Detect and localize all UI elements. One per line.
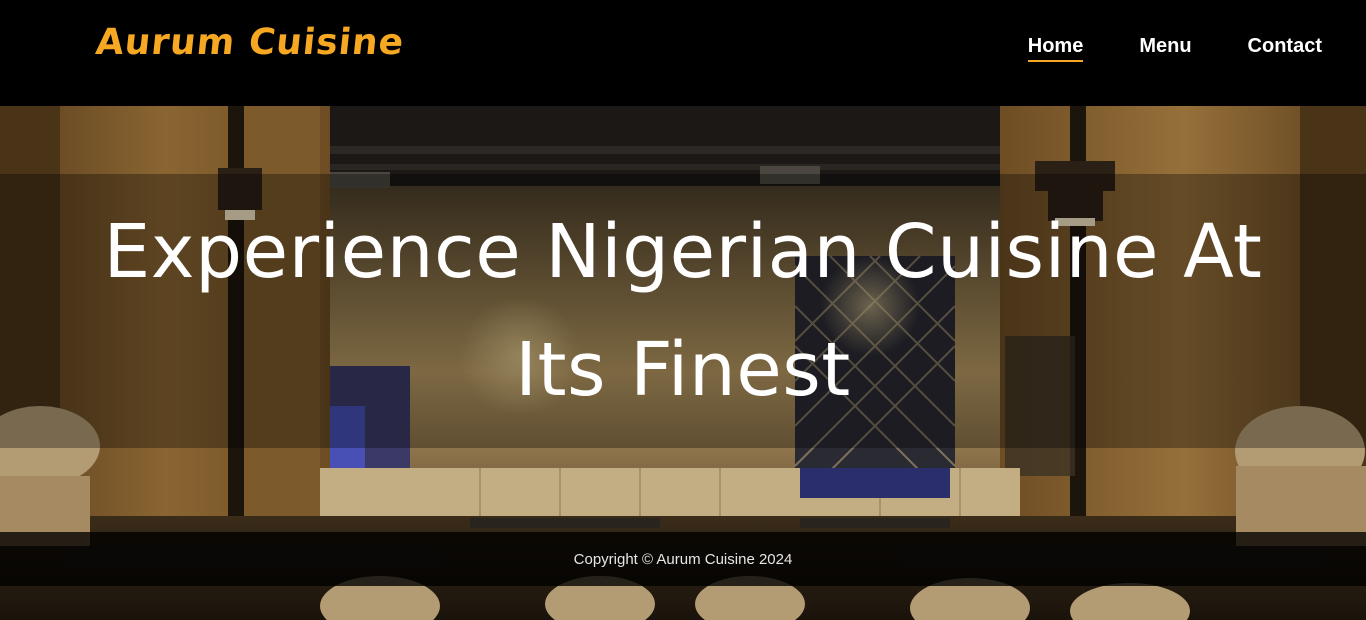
nav-link-menu[interactable]: Menu (1139, 35, 1191, 62)
nav-link-contact[interactable]: Contact (1248, 35, 1322, 62)
headline-band: Experience Nigerian Cuisine At Its Fines… (0, 174, 1366, 448)
site-header: Aurum Cuisine Home Menu Contact (0, 0, 1366, 106)
hero-headline: Experience Nigerian Cuisine At Its Fines… (103, 209, 1263, 413)
site-logo[interactable]: Aurum Cuisine (94, 22, 406, 63)
hero-section: Experience Nigerian Cuisine At Its Fines… (0, 106, 1366, 620)
nav-link-home[interactable]: Home (1027, 35, 1084, 62)
main-nav: Home Menu Contact (1027, 35, 1322, 62)
copyright-text: Copyright © Aurum Cuisine 2024 (573, 550, 793, 568)
site-footer: Copyright © Aurum Cuisine 2024 (0, 532, 1366, 586)
